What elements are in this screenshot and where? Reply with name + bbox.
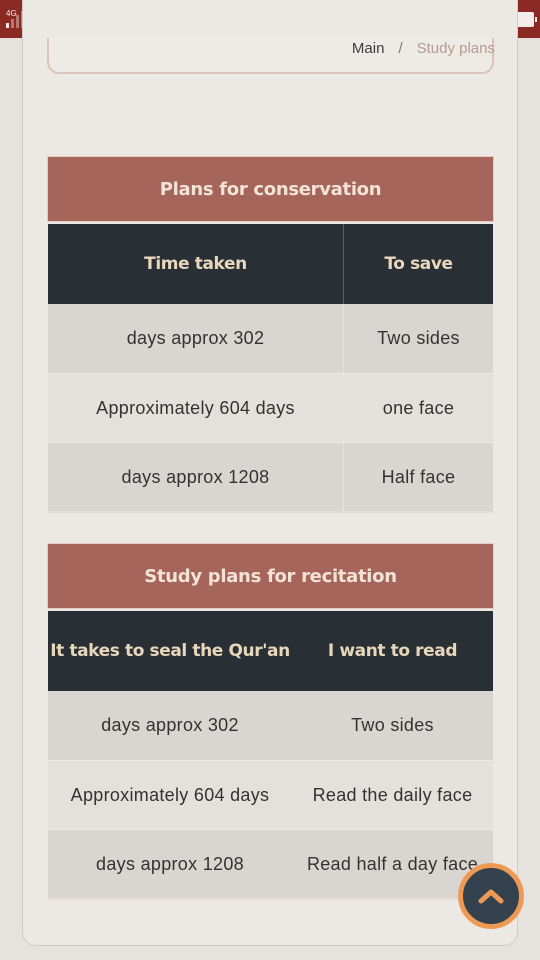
table-cell: Approximately 604 days	[70, 784, 270, 805]
table-bottom-border	[48, 511, 493, 513]
table-row: days approx 302 Two sides	[48, 304, 493, 373]
column-header: It takes to seal the Qur'an	[50, 641, 290, 661]
table-cell: Read the daily face	[312, 784, 473, 805]
table-cell: days approx 1208	[96, 853, 244, 874]
breadcrumb: Main / Study plans	[352, 40, 495, 57]
table-bottom-border	[48, 898, 493, 900]
column-header: I want to read	[327, 641, 458, 661]
conservation-plans-table: Plans for conservation Time taken To sav…	[47, 156, 494, 513]
breadcrumb-home-link[interactable]: Main	[352, 40, 385, 57]
table-row: days approx 1208 Half face	[48, 442, 493, 511]
recitation-plans-table: Study plans for recitation It takes to s…	[47, 543, 494, 900]
table-row: days approx 302 Two sides	[48, 691, 493, 760]
table-cell: days approx 302	[101, 715, 239, 735]
page-container: Main / Study plans Plans for conservatio…	[22, 0, 518, 946]
table-cell: Approximately 604 days	[48, 374, 344, 442]
network-type-label: 4G	[6, 8, 17, 18]
table-cell: Two sides	[377, 328, 460, 348]
table-cell: Half face	[381, 466, 456, 487]
table-cell: days approx 302	[48, 304, 344, 373]
table-title: Study plans for recitation	[47, 543, 494, 609]
breadcrumb-separator: /	[398, 40, 403, 57]
table-row: Approximately 604 days one face	[48, 373, 493, 442]
column-header: To save	[384, 254, 453, 274]
table-title: Plans for conservation	[47, 156, 494, 222]
table-cell: Two sides	[351, 715, 434, 735]
column-header: Time taken	[48, 224, 344, 304]
table-header-row: Time taken To save	[48, 224, 493, 304]
scroll-to-top-button[interactable]	[458, 863, 524, 929]
table-row: days approx 1208 Read half a day face	[48, 829, 493, 898]
table-cell: one face	[382, 397, 455, 418]
breadcrumb-current: Study plans	[416, 40, 495, 57]
chevron-up-icon	[478, 889, 504, 904]
table-cell: days approx 1208	[48, 443, 344, 511]
table-row: Approximately 604 days Read the daily fa…	[48, 760, 493, 829]
table-header-row: It takes to seal the Qur'an I want to re…	[48, 611, 493, 691]
